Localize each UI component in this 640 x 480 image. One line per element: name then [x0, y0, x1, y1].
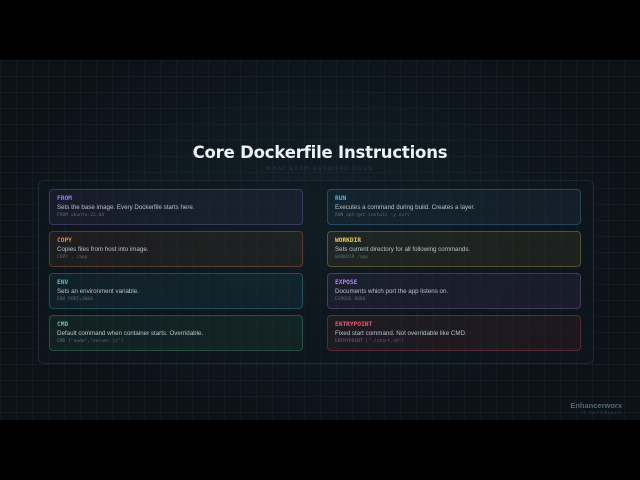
card-keyword: COPY [57, 237, 72, 244]
brand-tagline: IT TUTORIALS [580, 410, 622, 415]
card-example: ENV PORT=3000 [57, 297, 93, 302]
card-description: Sets current directory for all following… [335, 246, 471, 253]
card-example: ENTRYPOINT ["./start.sh"] [335, 339, 405, 344]
slide: Core Dockerfile Instructions What each k… [0, 60, 640, 420]
card-entrypoint: ENTRYPOINT Fixed start command. Not over… [327, 315, 581, 351]
brand-watermark: Enhancerworx IT TUTORIALS [570, 401, 622, 416]
card-copy: COPY Copies files from host into image. … [49, 231, 303, 267]
card-env: ENV Sets an environment variable. ENV PO… [49, 273, 303, 309]
card-workdir: WORKDIR Sets current directory for all f… [327, 231, 581, 267]
video-frame: Core Dockerfile Instructions What each k… [0, 0, 640, 480]
card-cmd: CMD Default command when container start… [49, 315, 303, 351]
card-example: WORKDIR /app [335, 255, 369, 260]
card-example: EXPOSE 8080 [335, 297, 366, 302]
card-description: Documents which port the app listens on. [335, 288, 449, 295]
card-description: Copies files from host into image. [57, 246, 149, 253]
page-subtitle: What each keyword does [266, 166, 374, 172]
card-description: Fixed start command. Not overridable lik… [335, 330, 467, 337]
card-keyword: EXPOSE [335, 279, 358, 286]
card-description: Default command when container starts. O… [57, 330, 204, 337]
card-description: Executes a command during build. Creates… [335, 204, 475, 211]
card-example: RUN apt-get install -y curl [335, 213, 410, 218]
card-keyword: WORKDIR [335, 237, 362, 244]
card-run: RUN Executes a command during build. Cre… [327, 189, 581, 225]
page-title: Core Dockerfile Instructions [192, 143, 448, 162]
card-example: CMD ["node","server.js"] [57, 339, 124, 344]
card-from: FROM Sets the base image. Every Dockerfi… [49, 189, 303, 225]
card-keyword: ENV [57, 279, 69, 286]
instructions-panel: FROM Sets the base image. Every Dockerfi… [38, 180, 594, 364]
card-expose: EXPOSE Documents which port the app list… [327, 273, 581, 309]
card-example: FROM ubuntu:22.04 [57, 213, 105, 218]
card-description: Sets the base image. Every Dockerfile st… [57, 204, 195, 211]
card-keyword: CMD [57, 321, 69, 328]
brand-name: Enhancerworx [570, 401, 622, 410]
card-description: Sets an environment variable. [57, 288, 139, 295]
card-keyword: ENTRYPOINT [335, 321, 373, 328]
card-keyword: RUN [335, 195, 347, 202]
card-example: COPY . /app [57, 255, 88, 260]
card-keyword: FROM [57, 195, 72, 202]
